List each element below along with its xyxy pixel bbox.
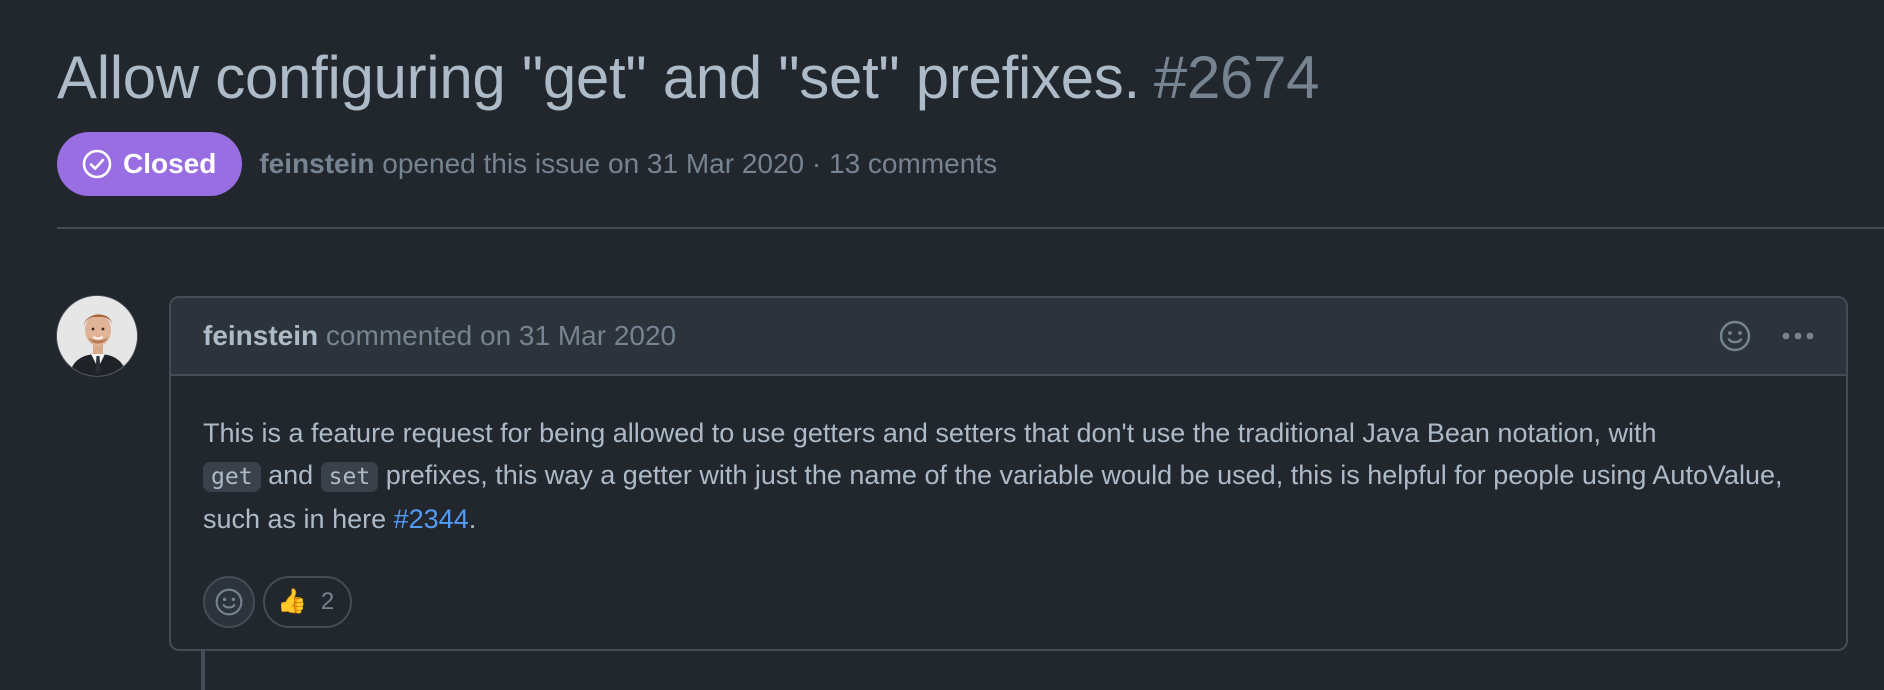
comment-header: feinstein commented on 31 Mar 2020 [171, 298, 1846, 376]
smiley-icon [1719, 320, 1751, 352]
issue-meta-row: Closed feinstein opened this issue on 31… [57, 132, 997, 196]
comment-actions [1718, 319, 1816, 353]
thumbs-up-icon: 👍 [277, 588, 307, 615]
comment-author-link[interactable]: feinstein [203, 320, 318, 351]
issue-meta: feinstein opened this issue on 31 Mar 20… [259, 148, 997, 180]
comment-body: This is a feature request for being allo… [171, 376, 1846, 628]
code-get: get [203, 462, 261, 492]
add-reaction-button-bottom[interactable] [203, 576, 255, 628]
issue-title-heading: Allow configuring "get" and "set" prefix… [57, 40, 1320, 116]
comment-box: feinstein commented on 31 Mar 2020 This … [169, 296, 1848, 651]
comment-text: This is a feature request for being allo… [203, 412, 1814, 540]
issue-title: Allow configuring "get" and "set" prefix… [57, 44, 1140, 111]
header-divider [57, 227, 1884, 229]
timeline-line [201, 651, 205, 690]
kebab-horizontal-icon [1782, 332, 1814, 340]
code-set: set [320, 462, 379, 492]
check-circle-icon [82, 149, 112, 179]
add-reaction-button[interactable] [1718, 319, 1752, 353]
comment-text-end: . [468, 504, 477, 534]
comment-action-text: commented on 31 Mar 2020 [325, 320, 677, 351]
issue-number: #2674 [1153, 44, 1320, 111]
comment-text-and: and [268, 460, 314, 490]
status-badge-label: Closed [123, 148, 217, 179]
reactions-bar: 👍 2 [203, 576, 1814, 628]
comment-meta: feinstein commented on 31 Mar 2020 [203, 320, 676, 352]
issue-meta-text: opened this issue on 31 Mar 2020 · 13 co… [382, 148, 998, 179]
issue-link-2344[interactable]: #2344 [394, 504, 469, 534]
avatar[interactable] [56, 295, 138, 377]
comment-text-segment: This is a feature request for being allo… [203, 418, 1657, 448]
smiley-icon [215, 588, 243, 616]
comment-options-button[interactable] [1780, 330, 1816, 342]
reaction-count: 2 [320, 588, 335, 615]
status-badge: Closed [57, 132, 243, 196]
avatar-image [57, 296, 137, 376]
issue-author-link[interactable]: feinstein [259, 148, 374, 179]
issue-page: Allow configuring "get" and "set" prefix… [0, 0, 1884, 690]
reaction-thumbs-up[interactable]: 👍 2 [263, 576, 353, 628]
